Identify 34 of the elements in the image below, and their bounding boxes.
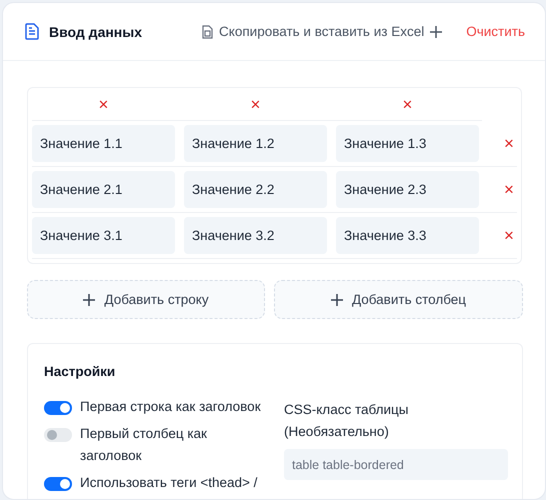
document-icon <box>25 23 39 40</box>
cell-input[interactable]: Значение 2.1 <box>32 171 175 208</box>
clear-button[interactable]: Очистить <box>466 24 525 39</box>
toggle-label: Первый столбец как заголовок <box>80 425 208 465</box>
plus-icon <box>430 26 442 38</box>
spreadsheet-icon <box>202 24 214 38</box>
delete-column-button[interactable]: × <box>98 96 108 112</box>
toggle-label: Использовать теги <thead> / <box>80 474 258 492</box>
cell-input[interactable]: Значение 2.2 <box>184 171 327 208</box>
add-row-button[interactable]: Добавить строку <box>27 280 265 319</box>
add-column-button[interactable]: Добавить столбец <box>274 280 523 319</box>
field-label: CSS-класс таблицы (Необязательно) <box>284 401 410 441</box>
css-class-field[interactable]: table table-bordered <box>284 449 508 480</box>
delete-column-button[interactable]: × <box>402 96 412 112</box>
toggle-switch[interactable] <box>44 401 72 415</box>
toggle-label: Первая строка как заголовок <box>80 398 261 416</box>
settings-title: Настройки <box>44 364 116 379</box>
toggle-switch[interactable] <box>44 428 72 442</box>
delete-row-button[interactable]: × <box>504 181 514 198</box>
cell-input[interactable]: Значение 2.3 <box>336 171 479 208</box>
cell-input[interactable]: Значение 3.3 <box>336 217 479 254</box>
cell-input[interactable]: Значение 1.3 <box>336 125 479 162</box>
cell-input[interactable]: Значение 1.1 <box>32 125 175 162</box>
cell-input[interactable]: Значение 3.1 <box>32 217 175 254</box>
toggle-switch[interactable] <box>44 477 72 491</box>
cell-input[interactable]: Значение 1.2 <box>184 125 327 162</box>
cell-input[interactable]: Значение 3.2 <box>184 217 327 254</box>
panel-title: Ввод данных <box>49 24 144 40</box>
paste-button[interactable]: Скопировать и вставить из Excel <box>202 24 442 39</box>
plus-icon <box>330 294 343 306</box>
delete-column-button[interactable]: × <box>250 96 260 112</box>
delete-row-button[interactable]: × <box>504 227 514 244</box>
delete-row-button[interactable]: × <box>504 135 514 152</box>
plus-icon <box>83 294 96 306</box>
